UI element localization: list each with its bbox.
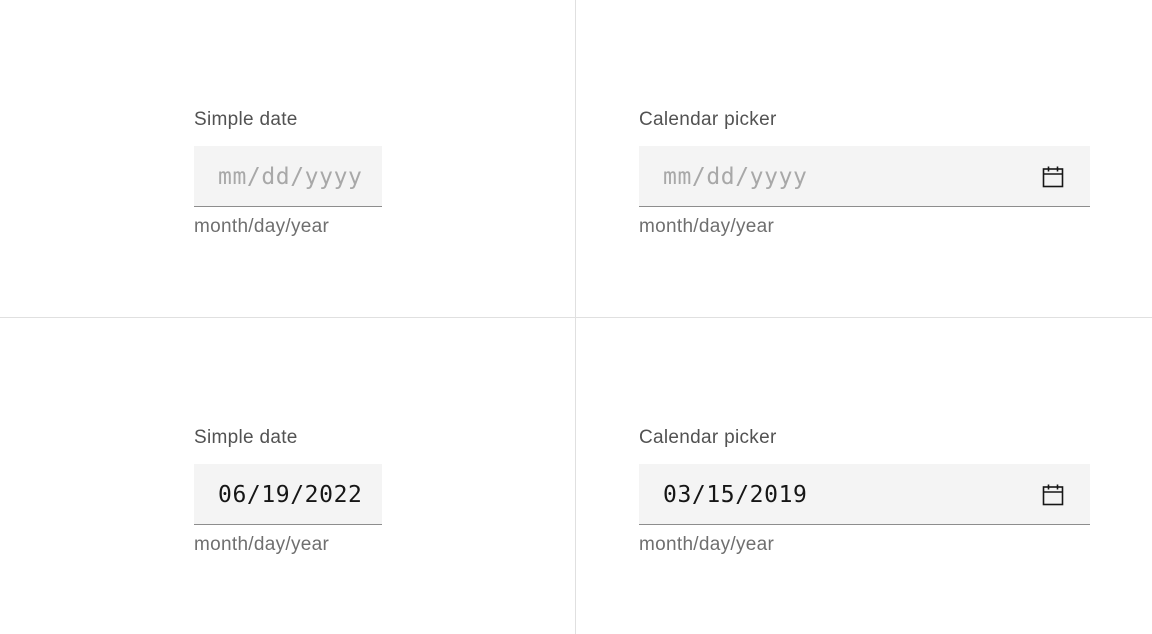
calendar-date-input[interactable]: [639, 146, 1090, 207]
helper-text: month/day/year: [639, 216, 775, 237]
calendar-date-input[interactable]: [639, 464, 1090, 525]
input-container: [639, 464, 1090, 525]
helper-text: month/day/year: [194, 534, 330, 555]
field-label: Calendar picker: [639, 109, 777, 130]
helper-text: month/day/year: [194, 216, 330, 237]
field-label: Calendar picker: [639, 427, 777, 448]
input-container: [194, 464, 382, 525]
simple-date-input[interactable]: [194, 464, 382, 525]
simple-date-field-filled: Simple date month/day/year: [194, 428, 382, 557]
horizontal-divider: [0, 317, 1152, 318]
date-picker-examples-grid: Simple date month/day/year Calendar pick…: [0, 0, 1152, 634]
calendar-picker-field-filled: Calendar picker month/day/year: [639, 428, 1090, 557]
input-container: [639, 146, 1090, 207]
simple-date-input[interactable]: [194, 146, 382, 207]
field-label: Simple date: [194, 109, 298, 130]
calendar-icon[interactable]: [1042, 484, 1064, 506]
helper-text: month/day/year: [639, 534, 775, 555]
field-label: Simple date: [194, 427, 298, 448]
input-container: [194, 146, 382, 207]
simple-date-field-empty: Simple date month/day/year: [194, 110, 382, 239]
calendar-icon[interactable]: [1042, 166, 1064, 188]
calendar-picker-field-empty: Calendar picker month/day/year: [639, 110, 1090, 239]
